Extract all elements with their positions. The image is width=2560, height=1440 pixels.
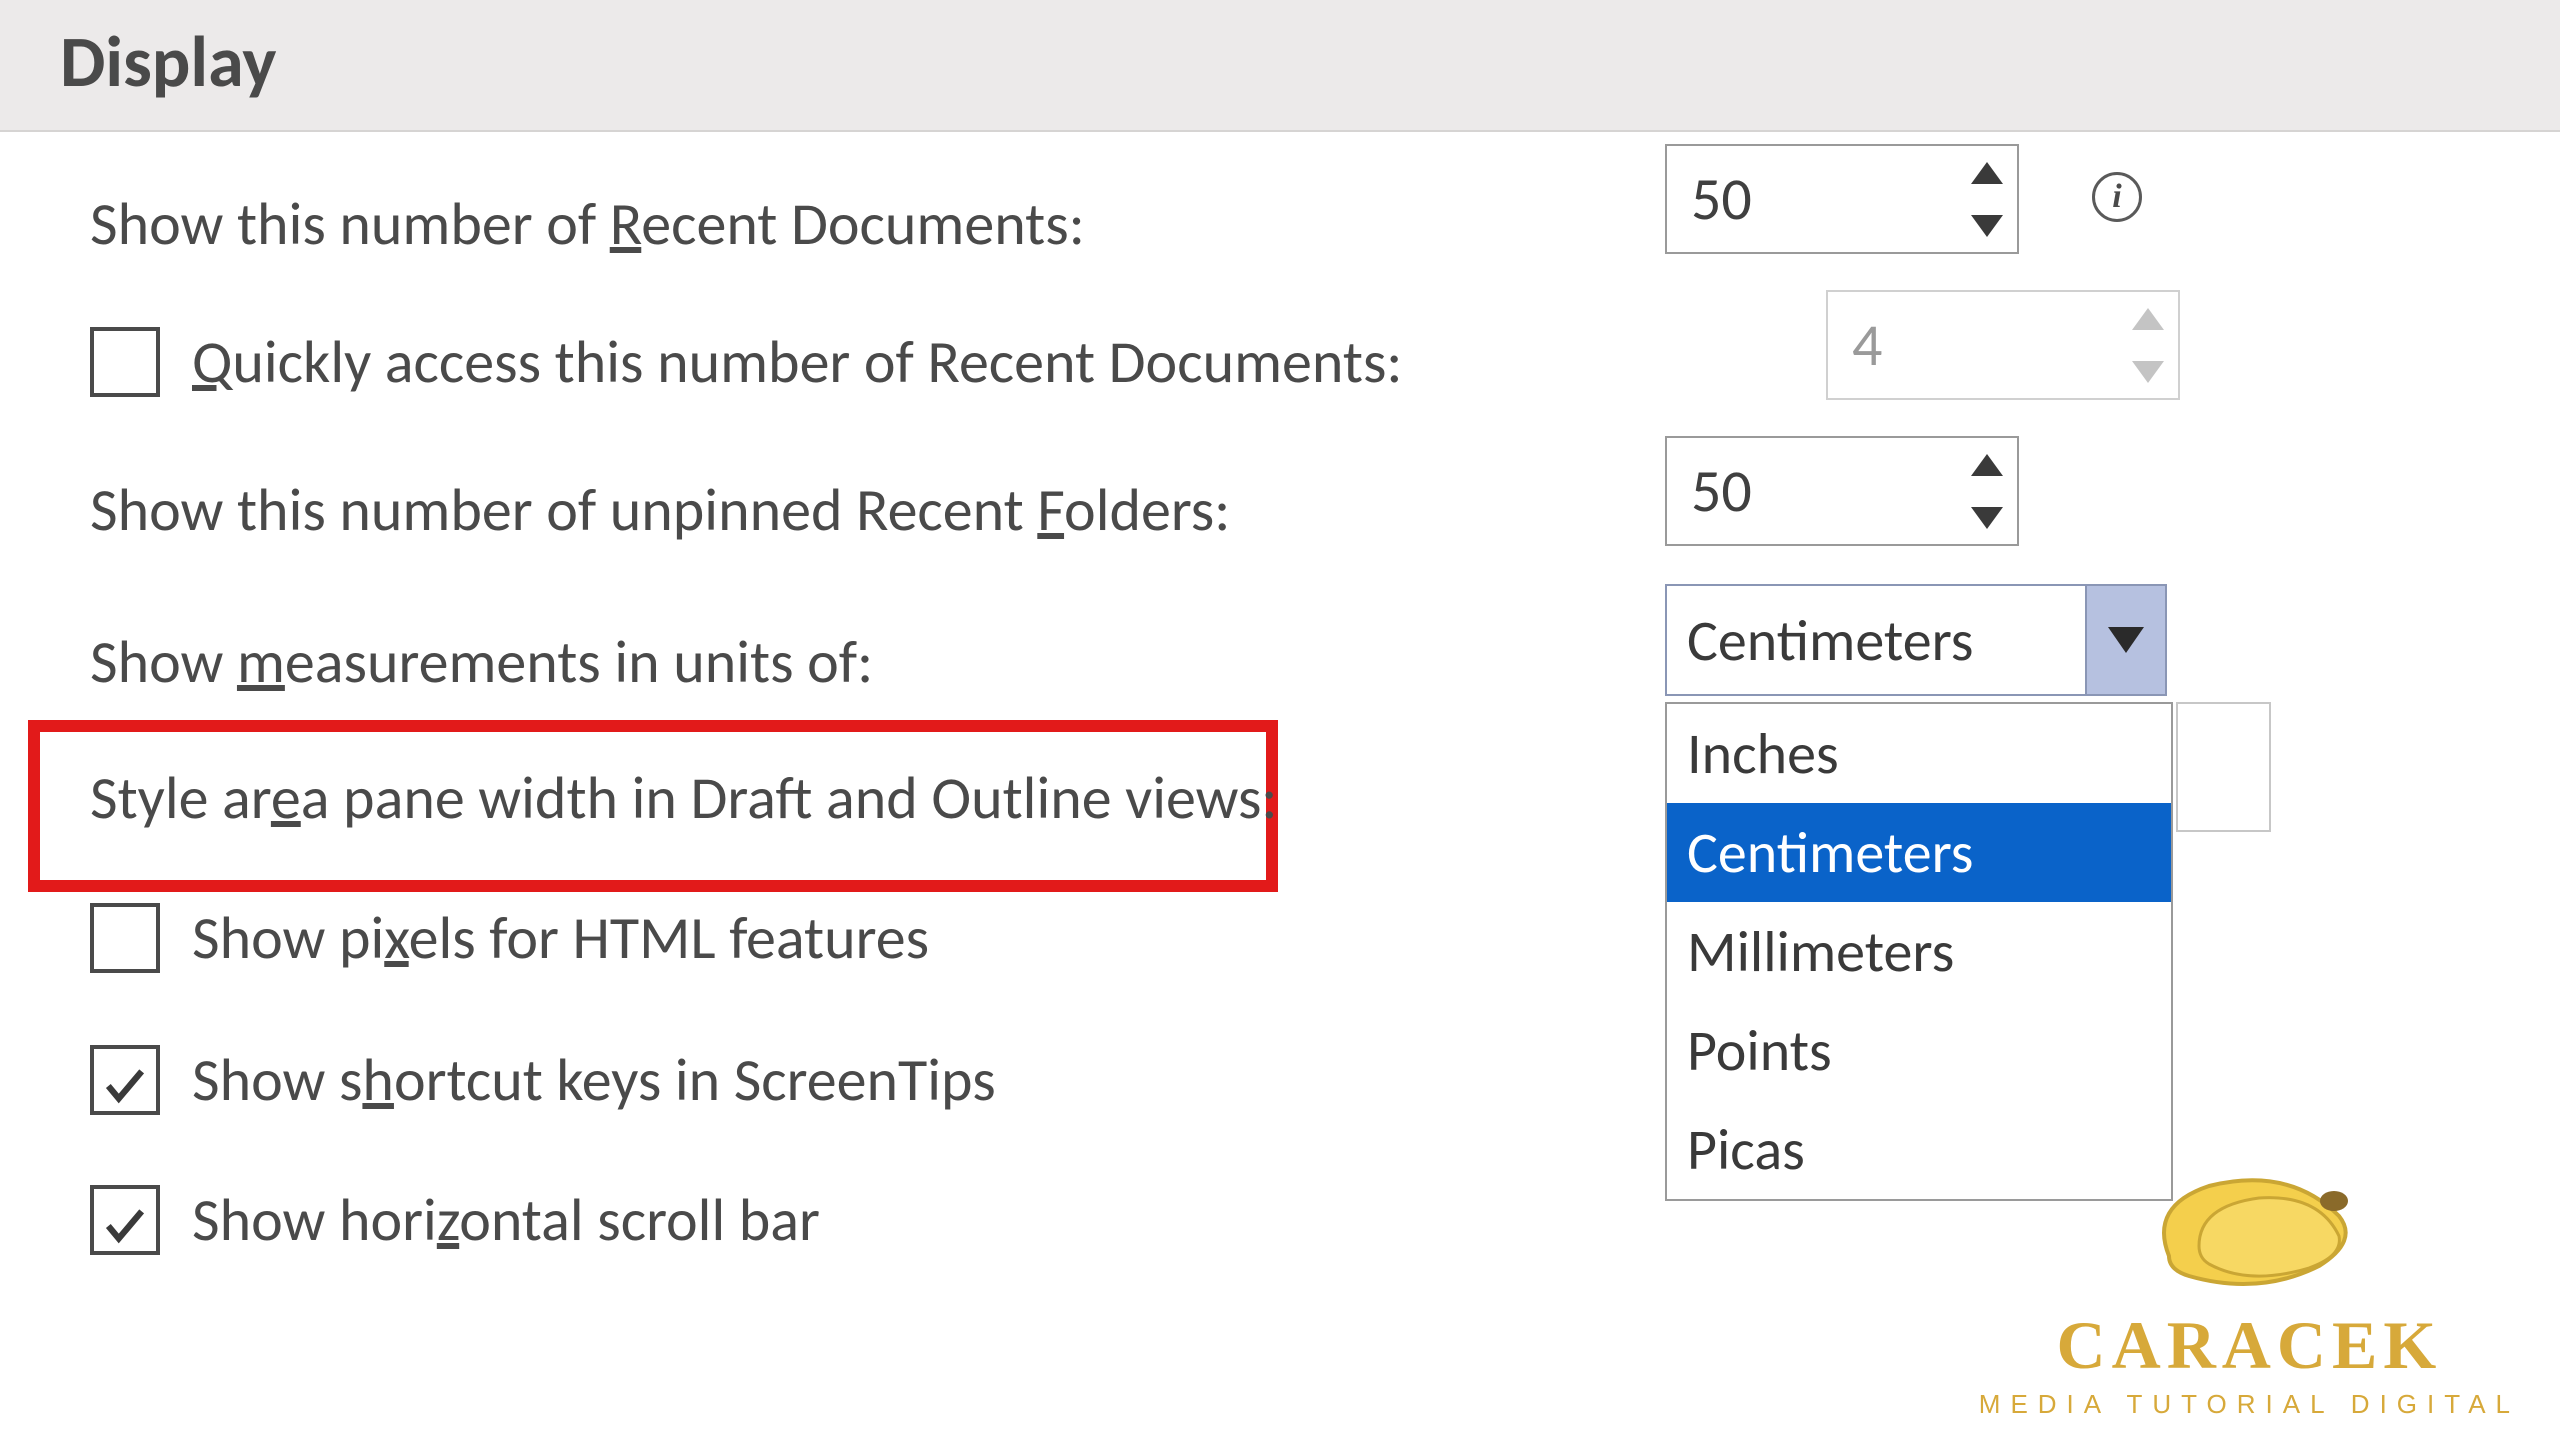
spinner-down-icon[interactable] [1957, 491, 2017, 544]
spinner-arrows [1957, 146, 2017, 252]
style-pane-label: Style area pane width in Draft and Outli… [90, 762, 1277, 835]
quick-access-label: Quickly access this number of Recent Doc… [192, 326, 1402, 399]
spinner-arrows [1957, 438, 2017, 544]
chevron-down-icon [2108, 627, 2144, 653]
recent-documents-value[interactable]: 50 [1667, 146, 1957, 252]
pixels-html-label: Show pixels for HTML features [192, 902, 929, 975]
row-pixels-html: Show pixels for HTML features [90, 868, 2490, 1008]
shortcut-keys-checkbox[interactable] [90, 1045, 160, 1115]
spinner-up-icon[interactable] [1957, 438, 2017, 491]
spinner-up-icon[interactable] [1957, 146, 2017, 199]
info-icon[interactable]: i [2092, 172, 2142, 222]
measurements-value: Centimeters [1667, 586, 2085, 694]
measurements-label: Show measurements in units of: [90, 626, 873, 699]
horizontal-scroll-checkbox[interactable] [90, 1185, 160, 1255]
quick-access-spinner: 4 [1826, 290, 2180, 400]
display-settings-panel: Show this number of Recent Documents: 50… [0, 132, 2560, 180]
recent-documents-spinner[interactable]: 50 [1665, 144, 2019, 254]
section-title: Display [60, 18, 276, 106]
recent-folders-value[interactable]: 50 [1667, 438, 1957, 544]
spinner-down-icon[interactable] [1957, 199, 2017, 252]
shortcut-keys-label: Show shortcut keys in ScreenTips [192, 1044, 996, 1117]
quick-access-checkbox[interactable] [90, 327, 160, 397]
recent-documents-label: Show this number of Recent Documents: [90, 188, 1085, 261]
watermark-logo: CARACEK MEDIA TUTORIAL DIGITAL [1979, 1146, 2520, 1420]
recent-folders-label: Show this number of unpinned Recent Fold… [90, 474, 1230, 547]
horizontal-scroll-label: Show horizontal scroll bar [192, 1184, 820, 1257]
watermark-brand: CARACEK [1979, 1306, 2520, 1385]
row-recent-folders: Show this number of unpinned Recent Fold… [90, 440, 2490, 580]
combo-dropdown-button[interactable] [2085, 586, 2165, 694]
pixels-html-checkbox[interactable] [90, 903, 160, 973]
quick-access-value: 4 [1828, 292, 2118, 398]
row-style-pane: Style area pane width in Draft and Outli… [90, 728, 2490, 868]
watermark-tagline: MEDIA TUTORIAL DIGITAL [1979, 1389, 2520, 1420]
banana-icon [2109, 1146, 2389, 1306]
recent-folders-spinner[interactable]: 50 [1665, 436, 2019, 546]
spinner-up-icon [2118, 292, 2178, 345]
row-shortcut-keys: Show shortcut keys in ScreenTips [90, 1010, 2490, 1150]
spinner-arrows [2118, 292, 2178, 398]
spinner-down-icon [2118, 345, 2178, 398]
measurements-combo[interactable]: Centimeters [1665, 584, 2167, 696]
section-header: Display [0, 0, 2560, 132]
